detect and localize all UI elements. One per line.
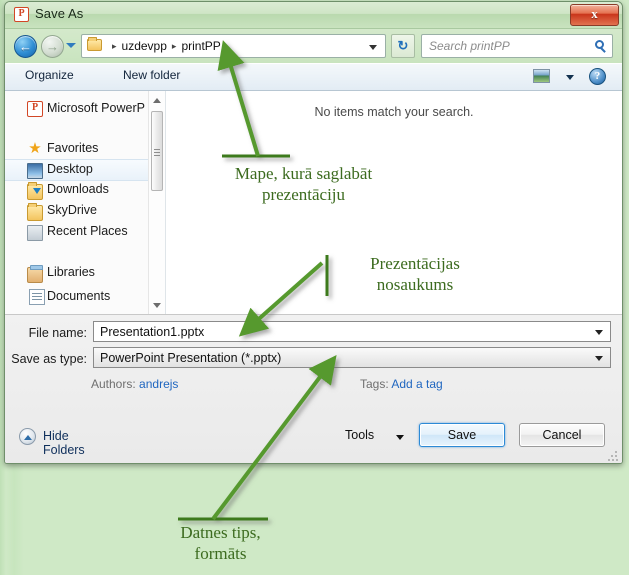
sidebar-item-recent-places[interactable]: Recent Places <box>5 222 157 242</box>
annotation-text-filetype: Datnes tips, formāts <box>180 523 261 564</box>
form-panel: File name: Presentation1.pptx Save as ty… <box>5 314 622 463</box>
downloads-folder-icon <box>27 182 43 200</box>
tags-label: Tags: <box>360 377 389 391</box>
title-bar: P Save As x <box>5 2 622 29</box>
chevron-down-icon[interactable] <box>566 75 574 80</box>
folder-icon <box>27 203 43 221</box>
tags-field: Tags: Add a tag <box>360 377 443 391</box>
sidebar-scrollbar[interactable] <box>148 91 165 314</box>
close-button[interactable]: x <box>570 4 619 26</box>
address-bar[interactable]: ▸ uzdevpp ▸ printPP <box>81 34 386 58</box>
navigation-bar: ← → ▸ uzdevpp ▸ printPP ↻ Search printPP <box>5 29 622 63</box>
chevron-down-icon[interactable] <box>369 45 377 50</box>
empty-list-message: No items match your search. <box>314 105 474 119</box>
sidebar-item-label: Documents <box>47 289 111 303</box>
save-as-type-value: PowerPoint Presentation (*.pptx) <box>100 351 282 365</box>
help-icon[interactable]: ? <box>589 68 606 85</box>
file-name-input[interactable]: Presentation1.pptx <box>93 321 611 342</box>
annotation-text-filename: Prezentācijas nosaukums <box>370 254 460 295</box>
breadcrumb: ▸ uzdevpp ▸ printPP <box>107 39 221 53</box>
powerpoint-icon: P <box>27 101 43 117</box>
refresh-button[interactable]: ↻ <box>391 34 415 58</box>
scrollbar-thumb[interactable] <box>151 111 163 191</box>
sidebar-item-label: Desktop <box>47 162 93 176</box>
libraries-icon <box>27 265 43 283</box>
sidebar-item-label: Microsoft PowerP <box>47 101 145 115</box>
back-arrow-icon: ← <box>19 39 32 54</box>
sidebar-item-skydrive[interactable]: SkyDrive <box>5 201 157 221</box>
breadcrumb-separator-1: ▸ <box>171 41 177 51</box>
file-name-label: File name: <box>28 326 87 340</box>
annotation-text-folder: Mape, kurā saglabāt prezentāciju <box>234 164 373 205</box>
screenshot-root: P Save As x ← → ▸ uzdevpp ▸ printPP ↻ Se… <box>0 0 629 575</box>
sidebar-item-documents[interactable]: Documents <box>5 287 157 307</box>
save-as-type-select[interactable]: PowerPoint Presentation (*.pptx) <box>93 347 611 368</box>
save-button[interactable]: Save <box>419 423 505 447</box>
breadcrumb-item-0[interactable]: uzdevpp <box>122 39 167 53</box>
authors-value[interactable]: andrejs <box>139 377 178 391</box>
sidebar-item-downloads[interactable]: Downloads <box>5 180 157 200</box>
chevron-down-icon[interactable] <box>595 330 603 335</box>
sidebar-item-favorites[interactable]: ★ Favorites <box>5 139 157 159</box>
folder-icon <box>87 37 102 51</box>
search-input[interactable]: Search printPP <box>421 34 613 58</box>
sidebar-item-label: Libraries <box>47 265 95 279</box>
cancel-button[interactable]: Cancel <box>519 423 605 447</box>
recent-locations-dropdown-icon[interactable] <box>66 43 76 48</box>
new-folder-button[interactable]: New folder <box>123 68 180 82</box>
save-as-dialog: P Save As x ← → ▸ uzdevpp ▸ printPP ↻ Se… <box>4 1 623 464</box>
scroll-up-arrow-icon[interactable] <box>149 92 165 108</box>
search-placeholder: Search printPP <box>429 39 510 53</box>
sidebar-item-desktop[interactable]: Desktop <box>5 159 156 181</box>
forward-arrow-icon: → <box>46 39 59 54</box>
scroll-down-arrow-icon[interactable] <box>149 297 165 313</box>
star-icon: ★ <box>28 140 42 157</box>
navigation-sidebar: P Microsoft PowerP ★ Favorites Desktop D… <box>5 91 166 314</box>
tools-button[interactable]: Tools <box>345 428 374 442</box>
toolbar: Organize New folder ? <box>5 63 622 91</box>
sidebar-item-label: SkyDrive <box>47 203 98 217</box>
sidebar-item-libraries[interactable]: Libraries <box>5 263 157 283</box>
sidebar-item-label: Favorites <box>47 141 99 155</box>
forward-button[interactable]: → <box>41 35 64 58</box>
sidebar-item-label: Recent Places <box>47 224 128 238</box>
window-title: Save As <box>35 6 84 21</box>
file-name-value: Presentation1.pptx <box>100 325 205 339</box>
document-icon <box>29 289 45 305</box>
save-as-type-label: Save as type: <box>11 352 87 366</box>
breadcrumb-separator-0: ▸ <box>112 41 117 51</box>
sidebar-item-microsoft-powerpoint[interactable]: P Microsoft PowerP <box>5 99 157 119</box>
chevron-down-icon[interactable] <box>396 435 404 440</box>
powerpoint-icon: P <box>14 7 29 22</box>
tags-value[interactable]: Add a tag <box>391 377 442 391</box>
chevron-down-icon[interactable] <box>595 356 603 361</box>
search-icon <box>595 40 604 49</box>
sidebar-item-label: Downloads <box>47 182 109 196</box>
chevron-up-circle-icon <box>19 428 36 445</box>
resize-grip-icon[interactable] <box>608 451 618 461</box>
close-icon: x <box>591 6 598 21</box>
authors-field: Authors: andrejs <box>91 377 178 391</box>
hide-folders-label: Hide Folders <box>43 429 85 457</box>
authors-label: Authors: <box>91 377 136 391</box>
recent-places-icon <box>27 225 43 241</box>
back-button[interactable]: ← <box>14 35 37 58</box>
desktop-icon <box>27 163 43 179</box>
organize-button[interactable]: Organize <box>25 68 74 82</box>
breadcrumb-item-1[interactable]: printPP <box>181 39 220 53</box>
view-layout-icon[interactable] <box>533 69 550 83</box>
